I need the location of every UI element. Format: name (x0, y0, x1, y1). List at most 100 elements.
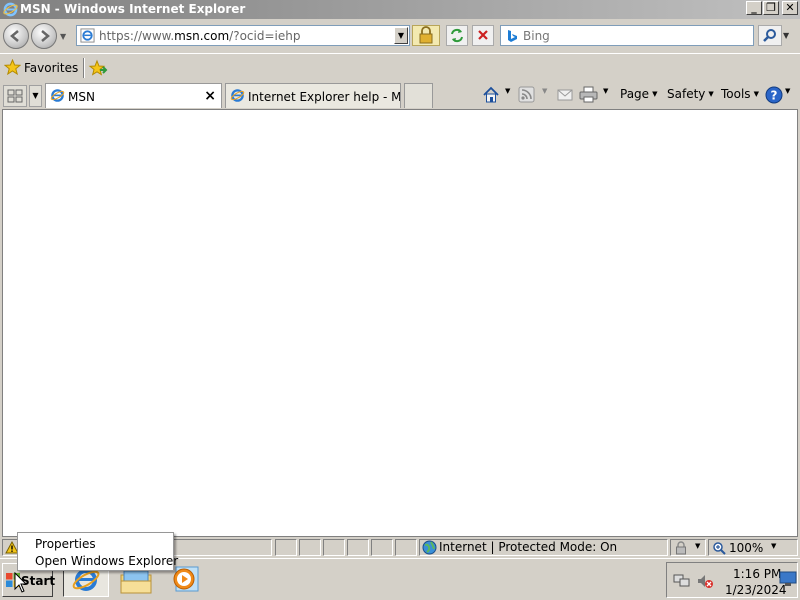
search-button[interactable] (758, 25, 782, 46)
back-arrow-icon (10, 30, 19, 42)
star-icon (4, 59, 21, 76)
status-pane (275, 539, 297, 556)
bing-icon (505, 29, 519, 46)
print-dropdown[interactable]: ▼ (603, 87, 608, 107)
address-url: https://www.msn.com/?ocid=iehp (99, 29, 300, 43)
protected-mode-pane[interactable]: ▼ (670, 539, 706, 556)
quick-tabs-button[interactable] (3, 85, 27, 107)
search-options-dropdown[interactable]: ▼ (783, 31, 789, 40)
tab-list-dropdown[interactable]: ▼ (29, 85, 42, 107)
media-player-icon (173, 566, 199, 592)
print-button[interactable] (579, 86, 598, 106)
tab-ie-help[interactable]: Internet Explorer help - Micr... (225, 83, 401, 108)
printer-icon (579, 86, 598, 103)
feeds-button[interactable] (518, 86, 535, 106)
forward-arrow-icon (41, 30, 50, 42)
quick-tabs-icon (7, 89, 23, 103)
zoom-icon (713, 542, 726, 555)
menu-item-properties[interactable]: Properties (35, 537, 96, 551)
lock-icon (419, 26, 433, 44)
url-prefix: https://www. (99, 29, 175, 43)
url-path: /?ocid=iehp (229, 29, 301, 43)
volume-muted-icon[interactable] (696, 573, 714, 589)
context-menu: Properties Open Windows Explorer (17, 532, 178, 571)
help-button[interactable]: ? (765, 86, 785, 106)
add-favorite-icon (88, 59, 108, 76)
close-tab-icon[interactable]: × (204, 88, 216, 104)
ie-logo-icon (3, 2, 18, 20)
navigation-bar: ▼ https://www.msn.com/?ocid=iehp ▼ Bing … (0, 19, 800, 53)
status-pane (371, 539, 393, 556)
svg-text:?: ? (771, 89, 778, 103)
shield-lock-icon (676, 541, 686, 555)
chevron-down-icon: ▼ (771, 542, 777, 550)
favorites-bar: Favorites (0, 53, 800, 81)
stop-button[interactable] (472, 25, 494, 46)
tab-label: MSN (68, 90, 95, 104)
search-input[interactable]: Bing (500, 25, 754, 46)
favorites-button[interactable]: Favorites (4, 58, 78, 78)
zoom-pane[interactable]: 100% ▼ (708, 539, 798, 556)
mail-icon (557, 89, 573, 101)
network-icon[interactable] (673, 573, 691, 589)
tab-row: ▼ MSN × Internet Explorer help - Micr...… (0, 81, 800, 109)
restore-button[interactable]: ❐ (763, 1, 779, 15)
home-dropdown[interactable]: ▼ (505, 87, 510, 107)
ie-tab-icon (230, 88, 245, 106)
stop-icon (478, 30, 488, 40)
tools-menu-label: Tools (721, 87, 751, 101)
favorites-separator (83, 58, 85, 78)
page-menu[interactable]: Page ▼ (620, 87, 657, 107)
close-window-button[interactable]: ✕ (782, 1, 798, 15)
safety-menu-label: Safety (667, 87, 706, 101)
clock-time[interactable]: 1:16 PM (733, 567, 781, 581)
new-tab-button[interactable] (404, 83, 433, 108)
read-mail-button[interactable] (556, 86, 574, 106)
address-dropdown-button[interactable]: ▼ (394, 27, 408, 44)
show-desktop-icon[interactable] (779, 571, 797, 587)
globe-icon (422, 540, 437, 555)
refresh-button[interactable] (446, 25, 468, 46)
search-placeholder: Bing (523, 29, 550, 43)
clock-date[interactable]: 1/23/2024 (725, 583, 787, 597)
zoom-level: 100% (729, 541, 764, 555)
chevron-down-icon: ▼ (695, 542, 701, 550)
refresh-icon (451, 28, 463, 43)
feeds-dropdown[interactable]: ▼ (542, 87, 547, 107)
status-pane (299, 539, 321, 556)
back-button[interactable] (3, 23, 29, 49)
tools-menu[interactable]: Tools ▼ (721, 87, 759, 107)
address-bar[interactable]: https://www.msn.com/?ocid=iehp ▼ (76, 25, 410, 46)
add-to-favorites-bar-button[interactable] (88, 58, 108, 78)
window-title: MSN - Windows Internet Explorer (20, 2, 246, 16)
taskbar-media-player[interactable] (170, 565, 200, 595)
page-content[interactable] (2, 109, 798, 537)
menu-item-open-windows-explorer[interactable]: Open Windows Explorer (35, 554, 178, 568)
ie-page-icon (80, 28, 95, 46)
chevron-down-icon: ▼ (652, 90, 658, 98)
favorites-label: Favorites (24, 61, 79, 75)
mouse-cursor-icon (14, 572, 28, 593)
tab-label: Internet Explorer help - Micr... (248, 90, 401, 104)
title-bar[interactable]: MSN - Windows Internet Explorer _ ❐ ✕ (0, 0, 800, 19)
help-icon: ? (765, 86, 783, 104)
safety-menu[interactable]: Safety ▼ (667, 87, 714, 107)
page-menu-label: Page (620, 87, 650, 101)
recent-pages-dropdown[interactable]: ▼ (60, 32, 70, 42)
security-zone-text: Internet | Protected Mode: On (439, 540, 618, 554)
magnifier-icon (763, 29, 776, 42)
minimize-button[interactable]: _ (746, 1, 762, 15)
tab-msn[interactable]: MSN × (45, 83, 222, 108)
status-pane (323, 539, 345, 556)
rss-feed-icon (518, 86, 535, 103)
forward-button[interactable] (31, 23, 57, 49)
status-pane (395, 539, 417, 556)
ie-tab-icon (50, 88, 65, 106)
chevron-down-icon: ▼ (753, 90, 759, 98)
security-report-button[interactable] (412, 25, 440, 46)
url-domain: msn.com (174, 29, 230, 43)
help-dropdown[interactable]: ▼ (785, 87, 790, 107)
status-pane (347, 539, 369, 556)
home-icon (483, 86, 499, 103)
home-button[interactable] (482, 86, 500, 106)
